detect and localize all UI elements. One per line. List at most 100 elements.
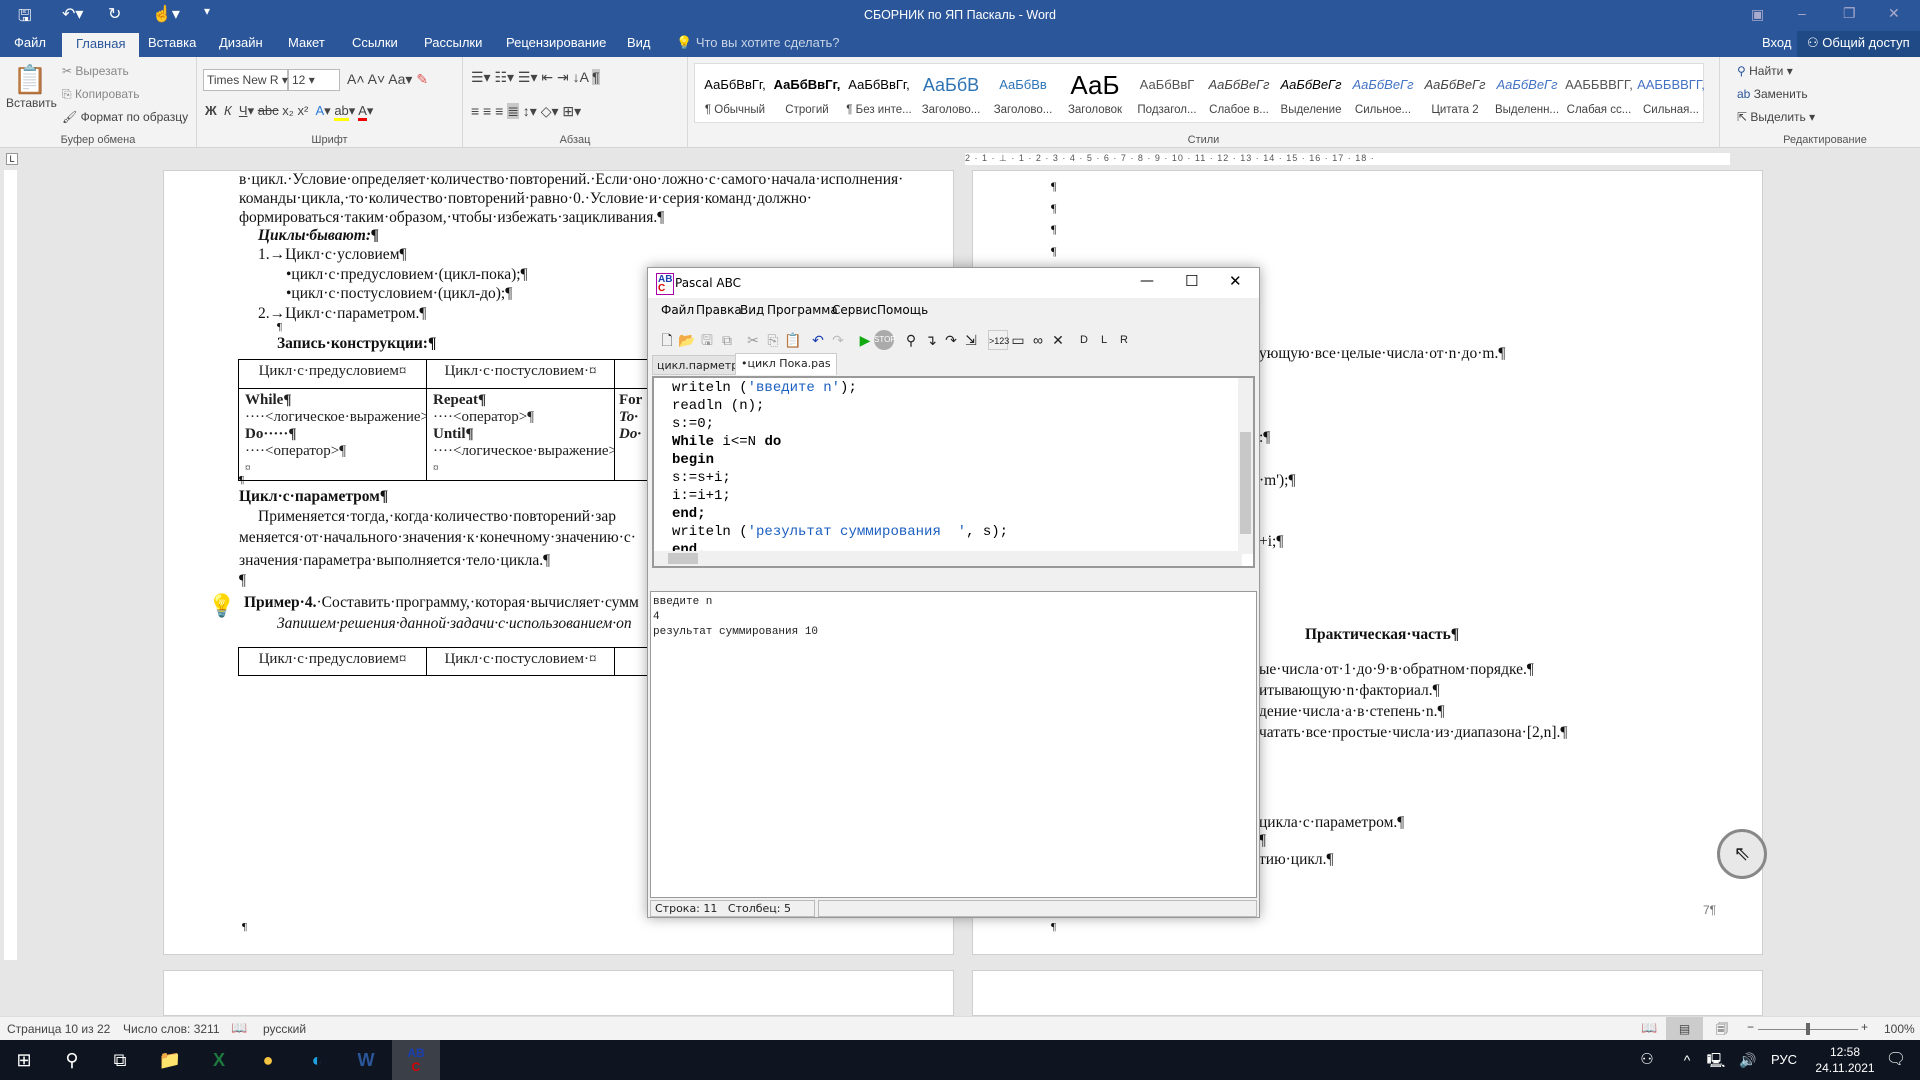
excel-icon[interactable]: X (195, 1040, 243, 1080)
bold-button[interactable]: Ж (205, 103, 217, 118)
file-tab-active[interactable]: •цикл Пока.pas (735, 353, 837, 375)
editor-vscrollbar[interactable] (1238, 378, 1253, 554)
code-editor[interactable]: writeln ('введите n'); readln (n); s:=0; Wh… (652, 376, 1255, 568)
list-buttons[interactable]: ☰▾ ☷▾ ☰▾ ⇤ ⇥ ↓A ¶ (471, 69, 600, 86)
highlight-icon[interactable]: ab (334, 103, 349, 121)
justify-icon[interactable]: ≣ (507, 103, 519, 119)
step-into-icon[interactable]: ↴ (921, 330, 941, 350)
task-view-icon[interactable]: ⧉ (96, 1040, 144, 1080)
horizontal-ruler[interactable]: 2 · 1 · ⊥ · 1 · 2 · 3 · 4 · 5 · 6 · 7 · … (965, 153, 1730, 165)
read-mode-icon[interactable]: 📖 (1641, 1020, 1657, 1036)
italic-button[interactable]: К (224, 103, 232, 118)
clear-icon[interactable]: ✕ (1048, 330, 1068, 350)
font-grow-shrink-icons[interactable]: A˄ A˅ Aa▾ ✎ (347, 71, 428, 88)
run-icon[interactable]: ▶ (855, 330, 875, 350)
zoom-slider[interactable] (1758, 1023, 1858, 1035)
new-file-icon[interactable]: 🗋 (657, 330, 677, 350)
copy-icon[interactable]: ⎘ (763, 330, 783, 350)
hscroll-thumb[interactable] (668, 553, 698, 564)
share-button[interactable]: ⚇ Общий доступ (1797, 31, 1920, 57)
window-icon[interactable]: ▭ (1008, 330, 1028, 350)
debug-l-icon[interactable]: L (1094, 330, 1114, 350)
run-to-cursor-icon[interactable]: ⇲ (961, 330, 981, 350)
style-item[interactable]: АаБбВеГг Цитата 2 (1419, 72, 1491, 116)
tab-file[interactable]: Файл (14, 35, 46, 50)
windows-start-icon[interactable]: ⊞ (0, 1040, 48, 1080)
pascal-abc-taskbar-icon[interactable]: AB C (392, 1040, 440, 1080)
text-effects-icon[interactable]: A (316, 103, 325, 118)
vertical-ruler[interactable] (4, 170, 17, 960)
save-all-icon[interactable]: ⧉ (717, 330, 737, 350)
restore-button[interactable]: ❐ (1843, 5, 1856, 22)
1c-icon[interactable]: ● (244, 1040, 292, 1080)
word-icon[interactable]: W (342, 1040, 390, 1080)
file-explorer-icon[interactable]: 📁 (146, 1040, 194, 1080)
page-count[interactable]: Страница 10 из 22 (7, 1022, 110, 1036)
format-painter-button[interactable]: 🖌 Формат по образцу (62, 110, 188, 124)
ribbon-display-icon[interactable]: ▣ (1751, 6, 1764, 23)
zoom-level[interactable]: 100% (1884, 1022, 1915, 1036)
web-layout-icon[interactable]: 🗐 (1716, 1020, 1728, 1041)
style-item[interactable]: АаБбВвГг, Строгий (771, 72, 843, 116)
style-item[interactable]: АаБбВвГг, ¶ Обычный (699, 72, 771, 116)
copy-button[interactable]: ⎘ Копировать (62, 87, 140, 102)
tab-layout[interactable]: Макет (288, 35, 325, 50)
minimize-button[interactable]: – (1798, 5, 1806, 21)
font-name-select[interactable]: Times New R ▾ (203, 69, 288, 91)
tab-review[interactable]: Рецензирование (506, 35, 606, 50)
find-button[interactable]: ⚲ Найти ▾ (1737, 64, 1793, 78)
tab-home[interactable]: Главная (62, 33, 140, 57)
style-item[interactable]: АаБ Заголовок (1059, 72, 1131, 116)
output-window[interactable]: введите n 4 результат суммирования 10 (650, 591, 1257, 898)
tell-me-search[interactable]: 💡 Что вы хотите сделать? (676, 35, 840, 51)
tab-references[interactable]: Ссылки (352, 35, 398, 50)
select-button[interactable]: ⇱ Выделить ▾ (1737, 110, 1815, 124)
style-item[interactable]: АаБбВв Заголово... (987, 72, 1059, 116)
show-marks-icon[interactable]: ¶ (592, 69, 600, 85)
font-size-select[interactable]: 12 ▾ (288, 69, 340, 91)
undo-icon[interactable]: ↶ (808, 330, 828, 350)
pascal-menu-file[interactable]: Файл (661, 303, 694, 317)
style-item[interactable]: АаБбВеГг Выделение (1275, 72, 1347, 116)
tab-view[interactable]: Вид (627, 35, 651, 50)
style-item[interactable]: АаБбВеГг Выделенн... (1491, 72, 1563, 116)
cut-button[interactable]: ✂ Вырезать (62, 64, 129, 78)
zoom-in-button[interactable]: + (1861, 1020, 1868, 1034)
tab-selector[interactable]: L (6, 153, 18, 165)
pascal-menu-help[interactable]: Помощь (877, 303, 928, 317)
input-language[interactable]: РУС (1760, 1040, 1808, 1080)
align-buttons[interactable]: ≡ ≡ ≡ ≣ ↕▾ ◇▾ ⊞▾ (471, 103, 581, 120)
tab-design[interactable]: Дизайн (219, 35, 263, 50)
output-numbers-icon[interactable]: >123 (988, 330, 1009, 350)
pascal-maximize-button[interactable]: ☐ (1185, 272, 1198, 290)
step-over-icon[interactable]: ↷ (941, 330, 961, 350)
font-color-icon[interactable]: A (358, 103, 367, 121)
language[interactable]: русский (263, 1022, 306, 1036)
clear-format-icon[interactable]: ✎ (416, 71, 428, 87)
sign-in-link[interactable]: Вход (1762, 35, 1791, 50)
style-item[interactable]: АаБбВеГг Сильное... (1347, 72, 1419, 116)
watch-add-icon[interactable]: ⚲ (901, 330, 921, 350)
vscroll-thumb[interactable] (1240, 432, 1251, 534)
pascal-menu-service[interactable]: Сервис (832, 303, 877, 317)
pascal-minimize-button[interactable]: — (1140, 273, 1154, 289)
style-item[interactable]: ААББВВГГ, Слабая сс... (1563, 72, 1635, 116)
style-item[interactable]: АаБбВвГ Подзагол... (1131, 72, 1203, 116)
notifications-icon[interactable]: 🗨 (1872, 1040, 1920, 1080)
print-layout-icon[interactable]: ▤ (1666, 1017, 1703, 1041)
style-item[interactable]: АаБбВеГг Слабое в... (1203, 72, 1275, 116)
tab-insert[interactable]: Вставка (148, 35, 196, 50)
pascal-menu-view[interactable]: Вид (740, 303, 764, 317)
pascal-menu-program[interactable]: Программа (767, 303, 838, 317)
search-icon[interactable]: ⚲ (48, 1040, 96, 1080)
replace-button[interactable]: ab Заменить (1737, 87, 1808, 101)
debug-r-icon[interactable]: R (1114, 330, 1134, 350)
stop-icon[interactable]: STOP (874, 330, 896, 350)
redo-icon[interactable]: ↷ (828, 330, 848, 350)
cut-icon[interactable]: ✂ (743, 330, 763, 350)
underline-button[interactable]: Ч (239, 103, 248, 118)
close-button[interactable]: ✕ (1888, 5, 1900, 22)
zoom-out-button[interactable]: − (1747, 1020, 1754, 1034)
word-count[interactable]: Число слов: 3211 (123, 1022, 220, 1036)
strikethrough-button[interactable]: abc (258, 103, 279, 118)
